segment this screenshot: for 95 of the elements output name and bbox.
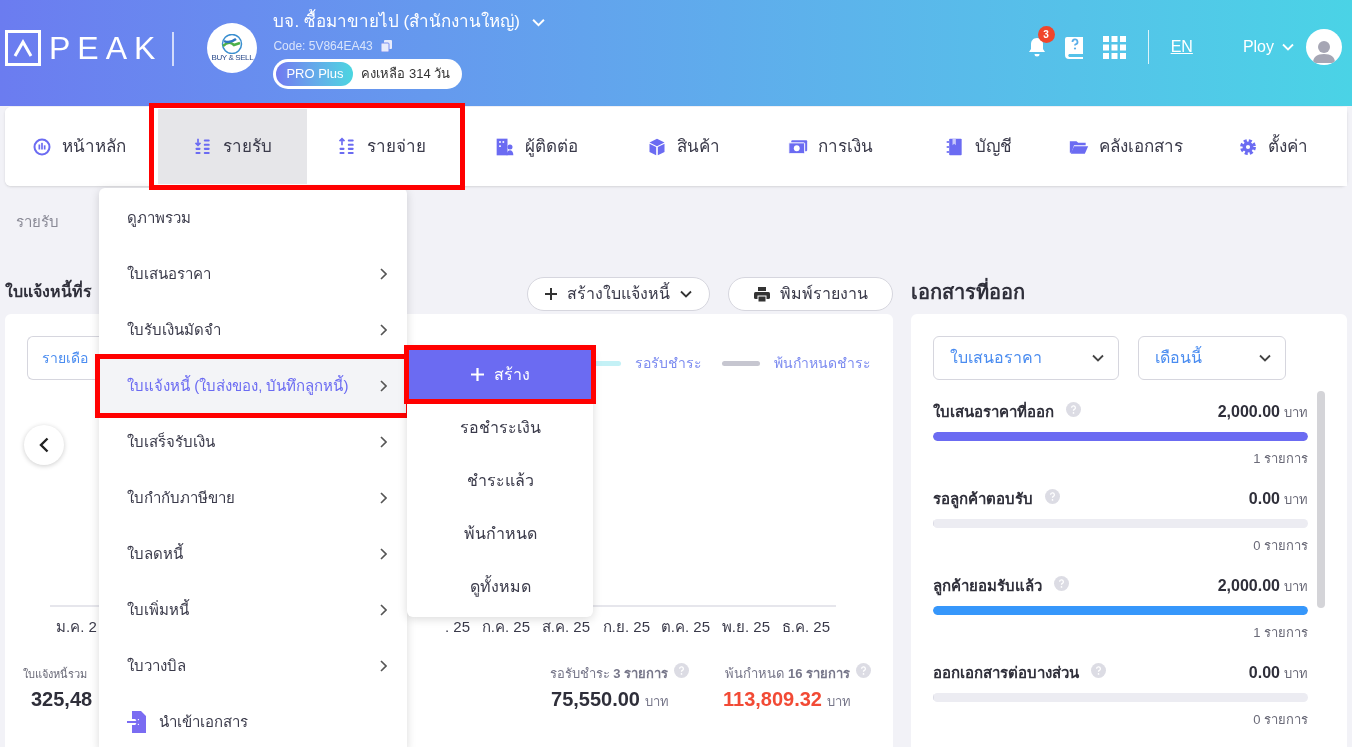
help-icon [1066,401,1081,417]
stat-label: พ้นกำหนด 16 รายการ [725,665,850,683]
menu-item[interactable]: นำเข้าเอกสาร [99,694,407,747]
help-icon [1054,575,1069,591]
nav-tab[interactable]: การเงิน [757,107,905,186]
currency-unit: บาท [645,692,669,711]
chevron-down-icon [1259,354,1271,362]
help-icon [856,663,871,679]
nav-tab[interactable]: บัญชี [904,107,1053,186]
plus-icon [545,288,557,300]
stat-amount: 113,809.32 [723,686,822,712]
item-count: 0 รายการ [1253,537,1308,555]
menu-item[interactable]: ใบลดหนี้ [99,526,407,582]
amount: 0.00 [1248,663,1280,683]
currency-unit: บาท [1284,665,1308,683]
building-person-icon [494,136,515,157]
chevron-down-icon [1282,43,1294,51]
menu-item[interactable]: ดูภาพรวม [99,190,407,246]
submenu-item[interactable]: ชำระแล้ว [407,454,593,507]
amount: 2,000.00 [1217,402,1280,422]
legend-label: รอรับชำระ [635,354,702,373]
menu-item[interactable]: ใบเสนอราคา [99,246,407,302]
total-label: ใบแจ้งหนี้รวม [23,666,88,682]
status-label: ลูกค้ายอมรับแล้ว [933,575,1042,598]
menu-item[interactable]: ใบเพิ่มหนี้ [99,582,407,638]
help-book-icon[interactable] [1063,35,1086,59]
book-icon [944,136,965,157]
total-amount: 325,48 [31,686,93,712]
section-title: เอกสารที่ออก [911,269,1347,314]
logo-text: PEAK [49,32,163,64]
amount: 0.00 [1248,489,1280,509]
file-import-icon [127,711,147,733]
menu-item[interactable]: ใบกำกับภาษีขาย [99,470,407,526]
plan-name: PRO Plus [276,62,354,86]
nav-tab[interactable]: ผู้ติดต่อ [462,107,610,186]
status-label: ใบเสนอราคาที่ออก [933,400,1054,422]
person-silhouette-icon [1313,39,1335,65]
company-logo-text: BUY & SELL [211,54,254,62]
submenu-item[interactable]: ดูทั้งหมด [407,560,593,613]
create-invoice-button[interactable]: สร้างใบแจ้งหนี้ [527,277,710,311]
currency-unit: บาท [1284,491,1308,509]
settings-icon [1238,136,1259,157]
company-code: Code: 5V864EA43 [273,38,373,55]
nav-tab[interactable]: รายรับ [158,109,308,184]
item-count: 0 รายการ [1253,711,1308,729]
month-label: ก.ย. 25 [601,617,651,637]
chevron-down-icon [1092,354,1104,362]
help-icon [674,663,689,679]
month-label: ม.ค. 2 [56,617,97,637]
status-label: รอลูกค้าตอบรับ [933,488,1033,511]
avatar[interactable] [1306,29,1342,65]
item-count: 1 รายการ [1253,624,1308,642]
stat-label: รอรับชำระ 3 รายการ [549,665,668,683]
legend-label: พ้นกำหนดชำระ [774,354,871,373]
month-label: พ.ย. 25 [720,617,771,637]
printer-icon [753,286,770,302]
currency-unit: บาท [1284,404,1308,422]
scrollbar[interactable] [1317,391,1325,608]
user-name: Ploy [1242,37,1274,57]
cube-icon [647,136,668,157]
currency-unit: บาท [827,692,851,711]
item-count: 1 รายการ [1253,450,1308,468]
previous-button[interactable] [24,425,64,465]
month-label: ต.ค. 25 [659,617,711,637]
chevron-down-icon [680,290,692,298]
plus-icon [470,368,484,381]
copy-icon[interactable] [380,40,392,52]
apps-grid-icon[interactable] [1102,35,1126,59]
amount: 2,000.00 [1217,576,1280,596]
nav-tab[interactable]: ตั้งค่า [1199,107,1347,186]
help-icon [1045,488,1060,504]
print-report-button[interactable]: พิมพ์รายงาน [728,277,893,311]
month-label: ส.ค. 25 [540,617,591,637]
month-label: ก.ค. 25 [480,617,531,637]
month-label: ธ.ค. 25 [780,617,831,637]
nav-tab[interactable]: สินค้า [609,107,758,186]
plan-remaining: คงเหลือ 314 วัน [361,65,451,84]
month-label: . 25 [443,617,471,637]
logo-mark-icon [5,30,41,66]
status-label: ออกเอกสารต่อบางส่วน [933,662,1079,683]
submenu-item[interactable]: พ้นกำหนด [407,507,593,560]
nav-tab[interactable]: คลังเอกสาร [1052,107,1200,186]
chart-circle-icon [31,136,52,157]
notification-badge: 3 [1037,26,1055,43]
chevron-left-icon [39,437,49,453]
chevron-down-icon [531,17,545,27]
help-icon [1091,662,1106,678]
page-title: ใบแจ้งหนี้ที่ร [5,277,92,304]
menu-item[interactable]: ใบวางบิล [99,638,407,694]
currency-unit: บาท [1284,578,1308,596]
submenu-item[interactable]: รอชำระเงิน [407,401,593,454]
stat-amount: 75,550.00 [551,686,640,712]
menu-item[interactable]: ใบรับเงินมัดจำ [99,302,407,358]
menu-item[interactable]: ใบเสร็จรับเงิน [99,414,407,470]
create-button[interactable]: สร้าง [407,348,593,401]
